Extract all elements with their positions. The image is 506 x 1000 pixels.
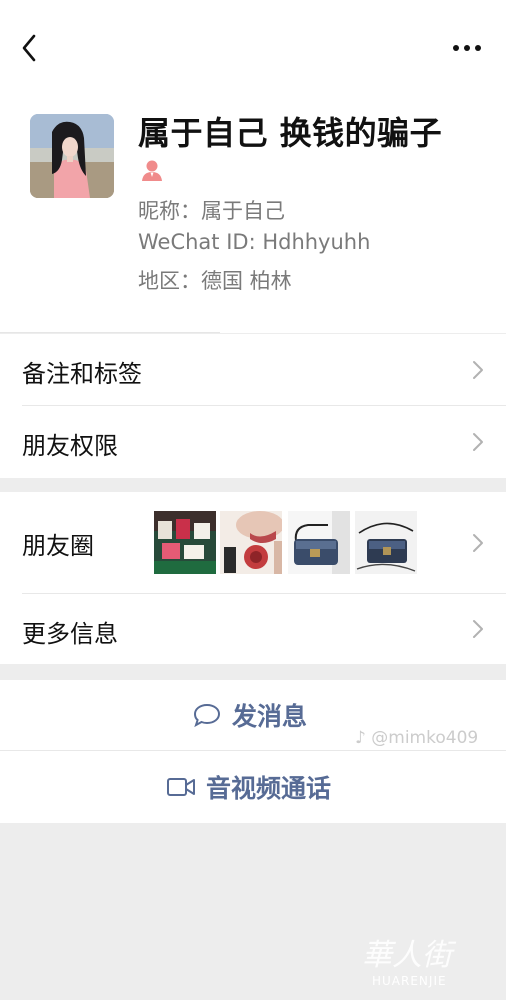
chevron-right-icon — [473, 361, 483, 379]
wechat-id-text: WeChat ID: Hdhhyuhh — [138, 230, 371, 254]
tiktok-handle: @mimko409 — [371, 728, 479, 748]
avatar[interactable] — [30, 114, 114, 198]
back-button[interactable] — [16, 32, 44, 64]
tiktok-watermark: ♪ @mimko409 — [355, 728, 478, 748]
chevron-right-icon — [473, 534, 483, 552]
remark-tags-label: 备注和标签 — [22, 360, 142, 388]
video-camera-icon — [167, 778, 195, 796]
moments-label: 朋友圈 — [22, 532, 94, 560]
more-info-label: 更多信息 — [22, 620, 118, 648]
ellipsis-icon — [453, 45, 481, 51]
friend-permissions-row[interactable]: 朋友权限 — [0, 406, 506, 478]
chevron-right-icon — [473, 620, 483, 638]
chat-bubble-icon — [193, 703, 221, 728]
video-call-label: 音视频通话 — [206, 774, 332, 803]
moments-thumbnail[interactable] — [220, 511, 282, 574]
tiktok-icon: ♪ — [355, 728, 366, 748]
person-icon — [140, 158, 164, 182]
settings-section: 备注和标签 朋友权限 — [0, 334, 506, 478]
remark-tags-row[interactable]: 备注和标签 — [0, 334, 506, 406]
send-message-label: 发消息 — [232, 702, 308, 731]
region-text: 地区：德国 柏林 — [138, 269, 292, 293]
avatar-photo — [30, 114, 114, 198]
video-call-button[interactable]: 音视频通话 — [0, 751, 506, 823]
more-options-button[interactable] — [452, 36, 484, 60]
chevron-right-icon — [473, 433, 483, 451]
divider — [0, 332, 220, 333]
nickname-text: 昵称：属于自己 — [138, 199, 285, 223]
chevron-left-icon — [22, 34, 36, 62]
moments-thumbnail[interactable] — [355, 511, 417, 574]
moments-thumbnail[interactable] — [288, 511, 350, 574]
friend-permissions-label: 朋友权限 — [22, 432, 118, 460]
more-info-row[interactable]: 更多信息 — [0, 594, 506, 664]
site-watermark: 華人街 — [362, 938, 452, 973]
profile-name: 属于自己 换钱的骗子 — [138, 114, 443, 152]
moments-thumbnail[interactable] — [154, 511, 216, 574]
site-watermark-latin: HUARENJIE — [372, 974, 447, 988]
